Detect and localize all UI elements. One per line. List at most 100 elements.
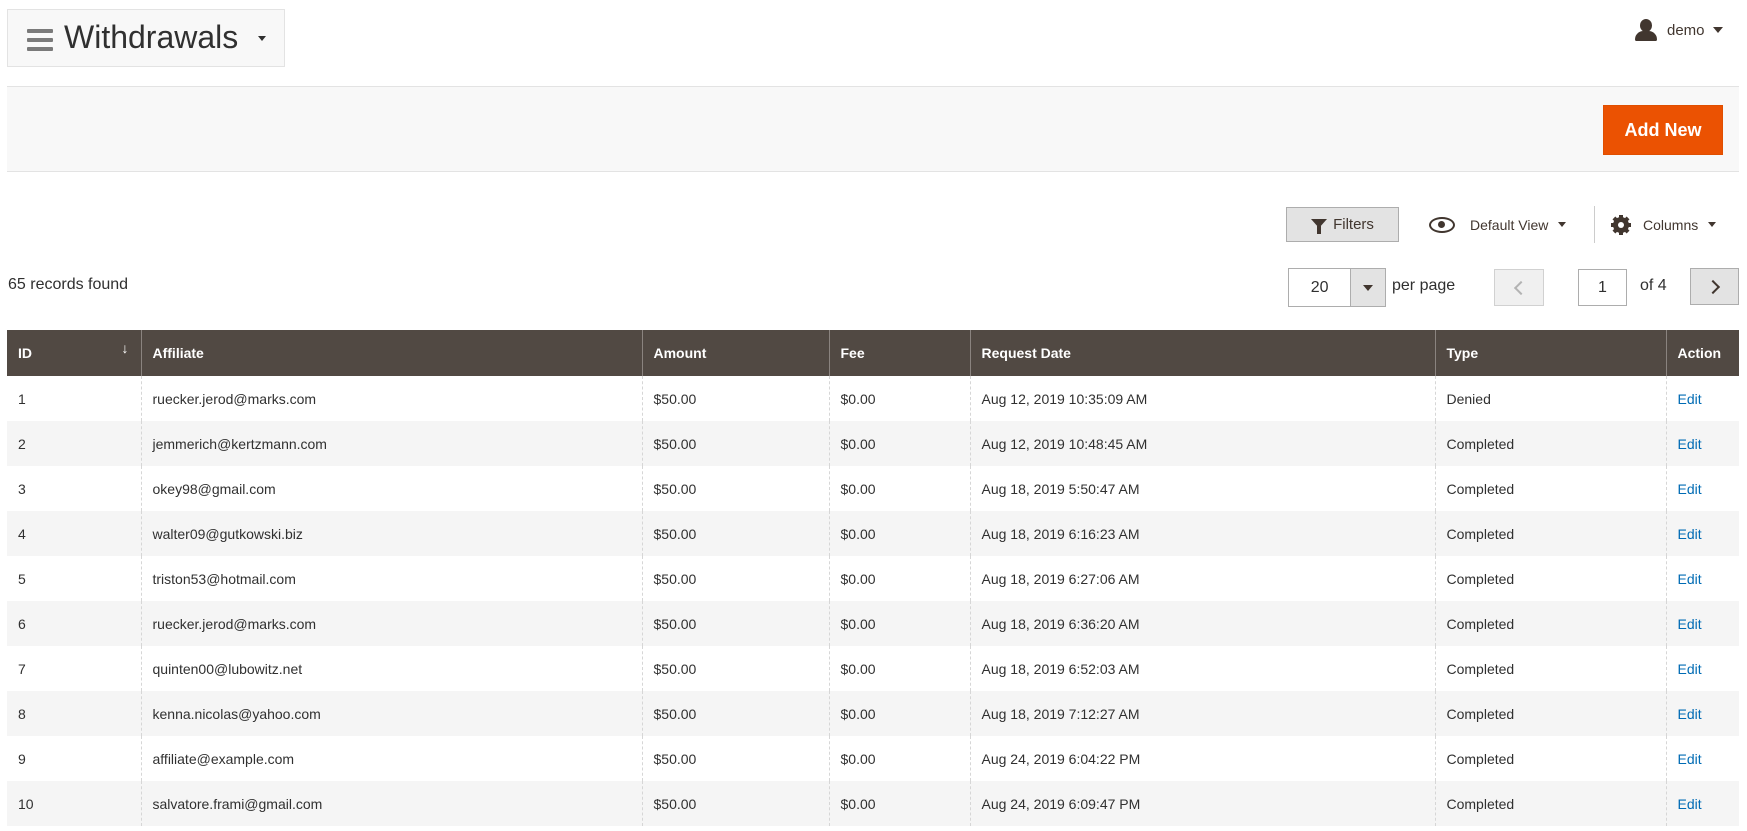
edit-link[interactable]: Edit [1678,796,1702,812]
caret-down-icon[interactable] [258,36,266,41]
edit-link[interactable]: Edit [1678,571,1702,587]
cell-id: 3 [7,466,141,511]
eye-icon [1429,216,1455,233]
cell-id: 9 [7,736,141,781]
cell-type: Completed [1434,601,1666,646]
cell-action: Edit [1665,781,1739,826]
table-header-row: ID ↓ Affiliate Amount Fee Request Date Ty… [7,330,1739,376]
cell-type: Completed [1434,466,1666,511]
column-header-action: Action [1665,330,1739,376]
chevron-left-icon [1513,280,1529,295]
cell-amount: $50.00 [641,376,829,421]
cell-id: 2 [7,421,141,466]
page-title-box[interactable]: Withdrawals [7,9,285,67]
cell-request-date: Aug 24, 2019 6:04:22 PM [969,736,1435,781]
per-page-value: 20 [1310,278,1329,296]
withdrawals-grid: ID ↓ Affiliate Amount Fee Request Date Ty… [7,330,1739,826]
cell-affiliate: quinten00@lubowitz.net [140,646,642,691]
cell-affiliate: salvatore.frami@gmail.com [140,781,642,826]
edit-link[interactable]: Edit [1678,661,1702,677]
table-row: 1 ruecker.jerod@marks.com $50.00 $0.00 A… [7,376,1739,421]
cell-fee: $0.00 [828,466,970,511]
cell-fee: $0.00 [828,556,970,601]
table-row: 3 okey98@gmail.com $50.00 $0.00 Aug 18, … [7,466,1739,511]
table-row: 7 quinten00@lubowitz.net $50.00 $0.00 Au… [7,646,1739,691]
view-selector[interactable]: Default View [1429,207,1567,242]
columns-selector[interactable]: Columns [1611,207,1717,242]
cell-id: 10 [7,781,141,826]
previous-page-button[interactable] [1494,269,1544,306]
cell-id: 4 [7,511,141,556]
cell-affiliate: kenna.nicolas@yahoo.com [140,691,642,736]
filter-icon [1311,219,1328,234]
cell-fee: $0.00 [828,511,970,556]
edit-link[interactable]: Edit [1678,616,1702,632]
cell-type: Completed [1434,511,1666,556]
cell-id: 8 [7,691,141,736]
cell-request-date: Aug 24, 2019 6:09:47 PM [969,781,1435,826]
cell-request-date: Aug 18, 2019 6:36:20 AM [969,601,1435,646]
per-page-label: per page [1392,277,1456,294]
column-header-id[interactable]: ID ↓ [7,330,141,376]
filters-label: Filters [1333,216,1374,233]
user-menu[interactable]: demo [1634,17,1723,43]
cell-amount: $50.00 [641,781,829,826]
cell-request-date: Aug 18, 2019 5:50:47 AM [969,466,1435,511]
column-header-fee[interactable]: Fee [828,330,970,376]
column-header-amount[interactable]: Amount [641,330,829,376]
cell-action: Edit [1665,646,1739,691]
table-row: 5 triston53@hotmail.com $50.00 $0.00 Aug… [7,556,1739,601]
cell-affiliate: triston53@hotmail.com [140,556,642,601]
cell-amount: $50.00 [641,466,829,511]
gear-icon [1611,214,1631,235]
user-name: demo [1667,21,1705,39]
cell-affiliate: walter09@gutkowski.biz [140,511,642,556]
total-pages-label: of 4 [1640,277,1667,294]
caret-down-icon [1558,222,1567,227]
table-row: 10 salvatore.frami@gmail.com $50.00 $0.0… [7,781,1739,826]
page-title: Withdrawals [64,19,239,55]
cell-request-date: Aug 18, 2019 7:12:27 AM [969,691,1435,736]
edit-link[interactable]: Edit [1678,436,1702,452]
chevron-right-icon [1705,279,1720,294]
next-page-button[interactable] [1690,268,1739,305]
menu-icon[interactable] [27,29,53,51]
edit-link[interactable]: Edit [1678,526,1702,542]
current-page-input[interactable] [1578,269,1627,306]
column-header-request-date[interactable]: Request Date [969,330,1435,376]
cell-fee: $0.00 [828,736,970,781]
cell-fee: $0.00 [828,646,970,691]
toolbar-divider [1594,206,1595,243]
cell-amount: $50.00 [641,421,829,466]
per-page-toggle[interactable] [1350,269,1385,306]
cell-fee: $0.00 [828,781,970,826]
per-page-select[interactable]: 20 [1288,268,1386,307]
cell-fee: $0.00 [828,601,970,646]
cell-request-date: Aug 18, 2019 6:52:03 AM [969,646,1435,691]
cell-id: 6 [7,601,141,646]
page-actions-bar: Add New [7,86,1739,172]
cell-affiliate: affiliate@example.com [140,736,642,781]
filters-button[interactable]: Filters [1286,207,1399,242]
cell-action: Edit [1665,466,1739,511]
records-count: 65 records found [8,276,129,293]
cell-action: Edit [1665,511,1739,556]
cell-request-date: Aug 12, 2019 10:48:45 AM [969,421,1435,466]
edit-link[interactable]: Edit [1678,391,1702,407]
cell-type: Completed [1434,421,1666,466]
add-new-button[interactable]: Add New [1603,105,1723,155]
table-row: 4 walter09@gutkowski.biz $50.00 $0.00 Au… [7,511,1739,556]
cell-action: Edit [1665,421,1739,466]
edit-link[interactable]: Edit [1678,706,1702,722]
edit-link[interactable]: Edit [1678,751,1702,767]
cell-request-date: Aug 12, 2019 10:35:09 AM [969,376,1435,421]
edit-link[interactable]: Edit [1678,481,1702,497]
column-header-affiliate[interactable]: Affiliate [140,330,642,376]
cell-request-date: Aug 18, 2019 6:16:23 AM [969,511,1435,556]
cell-action: Edit [1665,736,1739,781]
table-row: 6 ruecker.jerod@marks.com $50.00 $0.00 A… [7,601,1739,646]
cell-fee: $0.00 [828,421,970,466]
column-header-type[interactable]: Type [1434,330,1666,376]
cell-type: Completed [1434,691,1666,736]
cell-request-date: Aug 18, 2019 6:27:06 AM [969,556,1435,601]
